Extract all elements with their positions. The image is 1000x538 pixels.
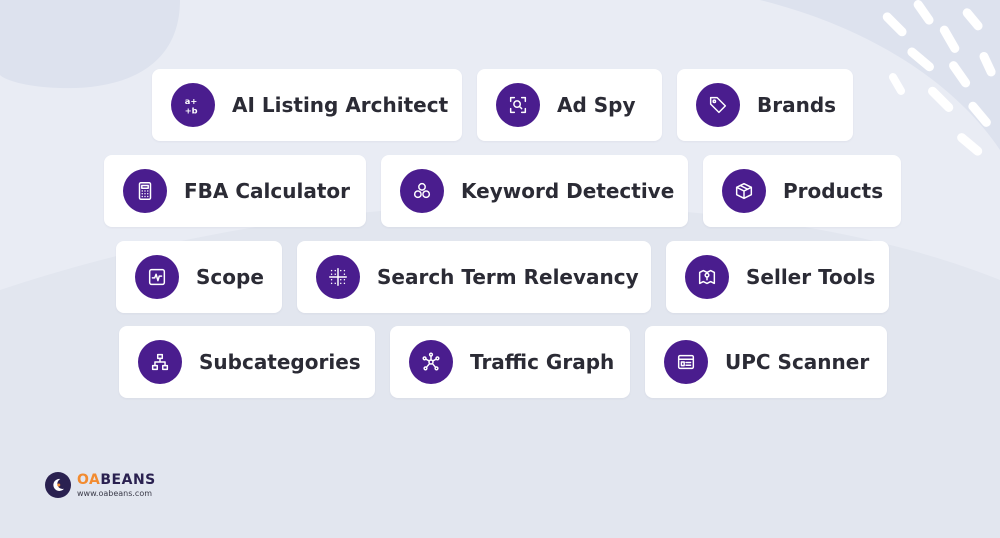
box-icon xyxy=(722,169,766,213)
browser-window-icon xyxy=(664,340,708,384)
tool-label: Products xyxy=(783,179,884,203)
brand-prefix: OA xyxy=(77,471,101,488)
tool-card-products[interactable]: Products xyxy=(703,155,901,227)
tool-label: Scope xyxy=(196,265,264,289)
website-url: www.oabeans.com xyxy=(77,488,153,498)
tool-label: Keyword Detective xyxy=(461,179,675,203)
svg-text:+b: +b xyxy=(185,105,198,115)
moon-logo-icon xyxy=(45,472,71,498)
network-icon xyxy=(409,340,453,384)
hierarchy-icon xyxy=(138,340,182,384)
tool-card-upc-scanner[interactable]: UPC Scanner xyxy=(645,326,887,398)
tool-label: UPC Scanner xyxy=(725,350,870,374)
tool-label: Subcategories xyxy=(199,350,361,374)
calculator-icon xyxy=(123,169,167,213)
tool-card-ad-spy[interactable]: Ad Spy xyxy=(477,69,662,141)
tool-card-subcategories[interactable]: Subcategories xyxy=(119,326,375,398)
tool-card-ai-listing-architect[interactable]: a+ +b AI Listing Architect xyxy=(152,69,462,141)
tool-label: Search Term Relevancy xyxy=(377,265,639,289)
grid-icon xyxy=(316,255,360,299)
tool-card-brands[interactable]: Brands xyxy=(677,69,853,141)
brand-name: OABEANS xyxy=(77,473,156,487)
tool-card-fba-calculator[interactable]: FBA Calculator xyxy=(104,155,366,227)
tag-icon xyxy=(696,83,740,127)
tool-card-traffic-graph[interactable]: Traffic Graph xyxy=(390,326,630,398)
brand-suffix: BEANS xyxy=(100,471,156,488)
tool-label: FBA Calculator xyxy=(184,179,350,203)
oabeans-logo: OABEANS www.oabeans.com xyxy=(45,472,156,498)
tool-label: Ad Spy xyxy=(557,93,636,117)
tool-card-scope[interactable]: Scope xyxy=(116,241,282,313)
tool-card-search-term-relevancy[interactable]: Search Term Relevancy xyxy=(297,241,651,313)
tool-label: AI Listing Architect xyxy=(232,93,449,117)
logo-text: OABEANS www.oabeans.com xyxy=(77,473,156,498)
ai-icon: a+ +b xyxy=(171,83,215,127)
tool-card-keyword-detective[interactable]: Keyword Detective xyxy=(381,155,688,227)
tool-card-seller-tools[interactable]: Seller Tools xyxy=(666,241,889,313)
tool-label: Brands xyxy=(757,93,837,117)
tool-label: Traffic Graph xyxy=(470,350,615,374)
tool-label: Seller Tools xyxy=(746,265,876,289)
map-pin-icon xyxy=(685,255,729,299)
pulse-icon xyxy=(135,255,179,299)
circles-icon xyxy=(400,169,444,213)
magnify-scan-icon xyxy=(496,83,540,127)
